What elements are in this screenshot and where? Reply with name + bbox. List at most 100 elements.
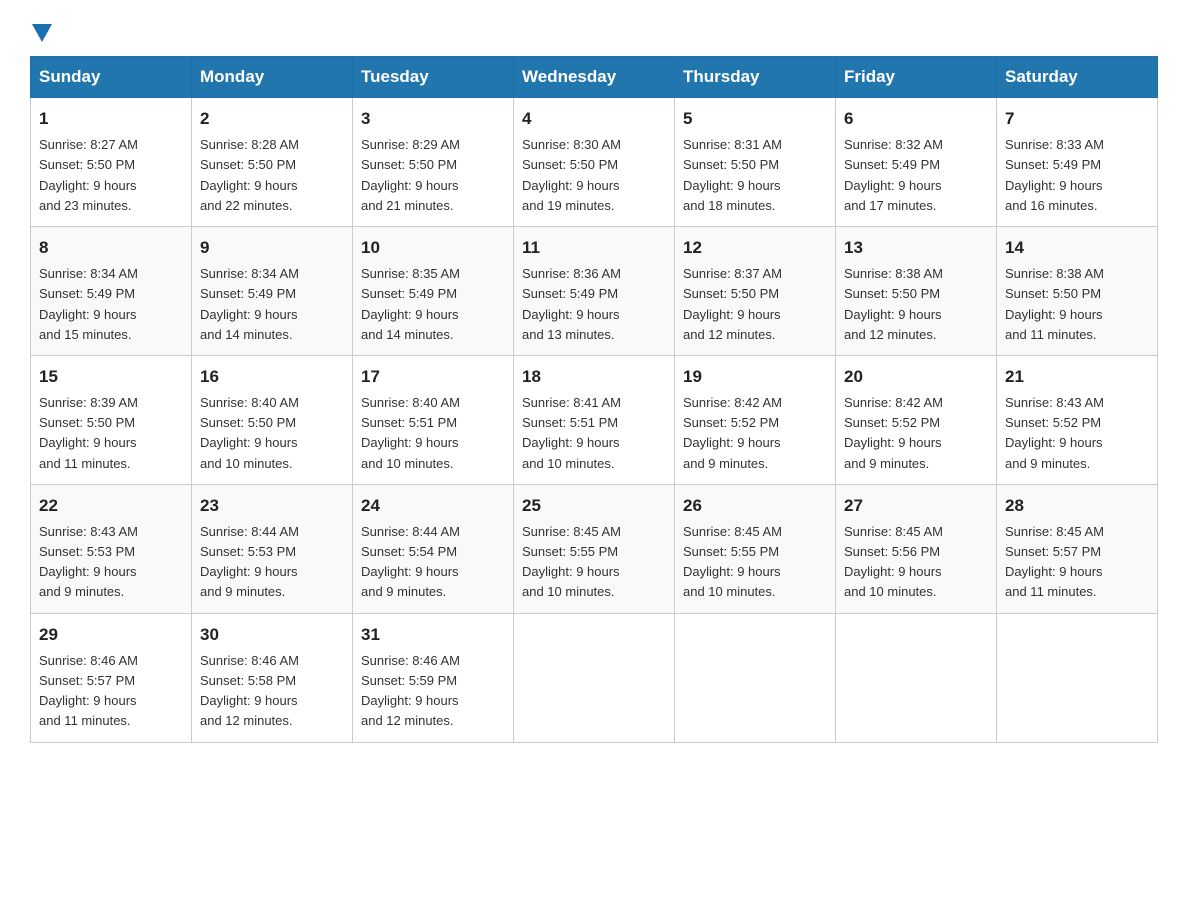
day-info: Sunrise: 8:30 AMSunset: 5:50 PMDaylight:… xyxy=(522,135,666,216)
calendar-header-row: SundayMondayTuesdayWednesdayThursdayFrid… xyxy=(31,57,1158,98)
calendar-day-cell: 10 Sunrise: 8:35 AMSunset: 5:49 PMDayligh… xyxy=(353,226,514,355)
day-number: 19 xyxy=(683,364,827,390)
calendar-day-cell: 6 Sunrise: 8:32 AMSunset: 5:49 PMDaylight… xyxy=(836,98,997,227)
day-info: Sunrise: 8:34 AMSunset: 5:49 PMDaylight:… xyxy=(200,264,344,345)
day-number: 8 xyxy=(39,235,183,261)
calendar-day-cell: 13 Sunrise: 8:38 AMSunset: 5:50 PMDayligh… xyxy=(836,226,997,355)
day-number: 3 xyxy=(361,106,505,132)
calendar-week-row: 1 Sunrise: 8:27 AMSunset: 5:50 PMDaylight… xyxy=(31,98,1158,227)
day-number: 18 xyxy=(522,364,666,390)
calendar-day-cell: 4 Sunrise: 8:30 AMSunset: 5:50 PMDaylight… xyxy=(514,98,675,227)
day-number: 14 xyxy=(1005,235,1149,261)
day-info: Sunrise: 8:28 AMSunset: 5:50 PMDaylight:… xyxy=(200,135,344,216)
weekday-header-friday: Friday xyxy=(836,57,997,98)
day-number: 13 xyxy=(844,235,988,261)
day-info: Sunrise: 8:44 AMSunset: 5:54 PMDaylight:… xyxy=(361,522,505,603)
calendar-day-cell: 8 Sunrise: 8:34 AMSunset: 5:49 PMDaylight… xyxy=(31,226,192,355)
day-info: Sunrise: 8:46 AMSunset: 5:59 PMDaylight:… xyxy=(361,651,505,732)
day-info: Sunrise: 8:40 AMSunset: 5:50 PMDaylight:… xyxy=(200,393,344,474)
weekday-header-tuesday: Tuesday xyxy=(353,57,514,98)
day-info: Sunrise: 8:39 AMSunset: 5:50 PMDaylight:… xyxy=(39,393,183,474)
calendar-table: SundayMondayTuesdayWednesdayThursdayFrid… xyxy=(30,56,1158,743)
calendar-day-cell xyxy=(675,613,836,742)
day-number: 11 xyxy=(522,235,666,261)
day-number: 28 xyxy=(1005,493,1149,519)
day-info: Sunrise: 8:46 AMSunset: 5:57 PMDaylight:… xyxy=(39,651,183,732)
calendar-day-cell: 11 Sunrise: 8:36 AMSunset: 5:49 PMDayligh… xyxy=(514,226,675,355)
calendar-day-cell xyxy=(836,613,997,742)
calendar-day-cell: 12Sunrise: 8:37 AMSunset: 5:50 PMDayligh… xyxy=(675,226,836,355)
calendar-day-cell xyxy=(514,613,675,742)
day-info: Sunrise: 8:32 AMSunset: 5:49 PMDaylight:… xyxy=(844,135,988,216)
calendar-day-cell: 2 Sunrise: 8:28 AMSunset: 5:50 PMDaylight… xyxy=(192,98,353,227)
day-number: 26 xyxy=(683,493,827,519)
logo-blue-text xyxy=(30,20,52,38)
weekday-header-sunday: Sunday xyxy=(31,57,192,98)
day-info: Sunrise: 8:44 AMSunset: 5:53 PMDaylight:… xyxy=(200,522,344,603)
day-info: Sunrise: 8:29 AMSunset: 5:50 PMDaylight:… xyxy=(361,135,505,216)
day-number: 1 xyxy=(39,106,183,132)
day-number: 6 xyxy=(844,106,988,132)
calendar-week-row: 22 Sunrise: 8:43 AMSunset: 5:53 PMDayligh… xyxy=(31,484,1158,613)
day-number: 4 xyxy=(522,106,666,132)
day-number: 24 xyxy=(361,493,505,519)
calendar-week-row: 29 Sunrise: 8:46 AMSunset: 5:57 PMDayligh… xyxy=(31,613,1158,742)
weekday-header-monday: Monday xyxy=(192,57,353,98)
weekday-header-wednesday: Wednesday xyxy=(514,57,675,98)
day-info: Sunrise: 8:38 AMSunset: 5:50 PMDaylight:… xyxy=(844,264,988,345)
day-info: Sunrise: 8:43 AMSunset: 5:52 PMDaylight:… xyxy=(1005,393,1149,474)
page-header xyxy=(30,20,1158,38)
calendar-day-cell: 21 Sunrise: 8:43 AMSunset: 5:52 PMDayligh… xyxy=(997,355,1158,484)
calendar-day-cell: 19 Sunrise: 8:42 AMSunset: 5:52 PMDayligh… xyxy=(675,355,836,484)
calendar-day-cell: 25Sunrise: 8:45 AMSunset: 5:55 PMDayligh… xyxy=(514,484,675,613)
day-number: 2 xyxy=(200,106,344,132)
calendar-day-cell: 17 Sunrise: 8:40 AMSunset: 5:51 PMDayligh… xyxy=(353,355,514,484)
day-info: Sunrise: 8:45 AMSunset: 5:55 PMDaylight:… xyxy=(683,522,827,603)
calendar-day-cell: 31 Sunrise: 8:46 AMSunset: 5:59 PMDayligh… xyxy=(353,613,514,742)
calendar-week-row: 8 Sunrise: 8:34 AMSunset: 5:49 PMDaylight… xyxy=(31,226,1158,355)
day-number: 30 xyxy=(200,622,344,648)
calendar-day-cell: 24 Sunrise: 8:44 AMSunset: 5:54 PMDayligh… xyxy=(353,484,514,613)
calendar-day-cell: 28Sunrise: 8:45 AMSunset: 5:57 PMDayligh… xyxy=(997,484,1158,613)
day-number: 22 xyxy=(39,493,183,519)
day-info: Sunrise: 8:34 AMSunset: 5:49 PMDaylight:… xyxy=(39,264,183,345)
day-info: Sunrise: 8:35 AMSunset: 5:49 PMDaylight:… xyxy=(361,264,505,345)
calendar-day-cell: 9Sunrise: 8:34 AMSunset: 5:49 PMDaylight… xyxy=(192,226,353,355)
day-info: Sunrise: 8:27 AMSunset: 5:50 PMDaylight:… xyxy=(39,135,183,216)
calendar-day-cell: 22 Sunrise: 8:43 AMSunset: 5:53 PMDayligh… xyxy=(31,484,192,613)
day-info: Sunrise: 8:43 AMSunset: 5:53 PMDaylight:… xyxy=(39,522,183,603)
calendar-day-cell: 23Sunrise: 8:44 AMSunset: 5:53 PMDayligh… xyxy=(192,484,353,613)
day-info: Sunrise: 8:45 AMSunset: 5:55 PMDaylight:… xyxy=(522,522,666,603)
day-info: Sunrise: 8:40 AMSunset: 5:51 PMDaylight:… xyxy=(361,393,505,474)
calendar-day-cell: 1 Sunrise: 8:27 AMSunset: 5:50 PMDaylight… xyxy=(31,98,192,227)
day-number: 15 xyxy=(39,364,183,390)
day-number: 21 xyxy=(1005,364,1149,390)
day-info: Sunrise: 8:31 AMSunset: 5:50 PMDaylight:… xyxy=(683,135,827,216)
day-info: Sunrise: 8:36 AMSunset: 5:49 PMDaylight:… xyxy=(522,264,666,345)
calendar-day-cell: 7Sunrise: 8:33 AMSunset: 5:49 PMDaylight… xyxy=(997,98,1158,227)
calendar-day-cell: 15 Sunrise: 8:39 AMSunset: 5:50 PMDayligh… xyxy=(31,355,192,484)
calendar-body: 1 Sunrise: 8:27 AMSunset: 5:50 PMDaylight… xyxy=(31,98,1158,743)
day-number: 31 xyxy=(361,622,505,648)
day-number: 12 xyxy=(683,235,827,261)
calendar-day-cell: 27 Sunrise: 8:45 AMSunset: 5:56 PMDayligh… xyxy=(836,484,997,613)
day-number: 20 xyxy=(844,364,988,390)
day-number: 29 xyxy=(39,622,183,648)
logo-triangle-icon xyxy=(32,24,52,42)
day-number: 27 xyxy=(844,493,988,519)
day-info: Sunrise: 8:45 AMSunset: 5:56 PMDaylight:… xyxy=(844,522,988,603)
calendar-day-cell xyxy=(997,613,1158,742)
calendar-day-cell: 3 Sunrise: 8:29 AMSunset: 5:50 PMDaylight… xyxy=(353,98,514,227)
day-info: Sunrise: 8:42 AMSunset: 5:52 PMDaylight:… xyxy=(844,393,988,474)
day-info: Sunrise: 8:42 AMSunset: 5:52 PMDaylight:… xyxy=(683,393,827,474)
day-number: 5 xyxy=(683,106,827,132)
weekday-header-thursday: Thursday xyxy=(675,57,836,98)
day-info: Sunrise: 8:33 AMSunset: 5:49 PMDaylight:… xyxy=(1005,135,1149,216)
calendar-day-cell: 16Sunrise: 8:40 AMSunset: 5:50 PMDayligh… xyxy=(192,355,353,484)
calendar-week-row: 15 Sunrise: 8:39 AMSunset: 5:50 PMDayligh… xyxy=(31,355,1158,484)
weekday-header-saturday: Saturday xyxy=(997,57,1158,98)
calendar-day-cell: 29 Sunrise: 8:46 AMSunset: 5:57 PMDayligh… xyxy=(31,613,192,742)
day-number: 10 xyxy=(361,235,505,261)
calendar-day-cell: 14Sunrise: 8:38 AMSunset: 5:50 PMDayligh… xyxy=(997,226,1158,355)
day-number: 17 xyxy=(361,364,505,390)
